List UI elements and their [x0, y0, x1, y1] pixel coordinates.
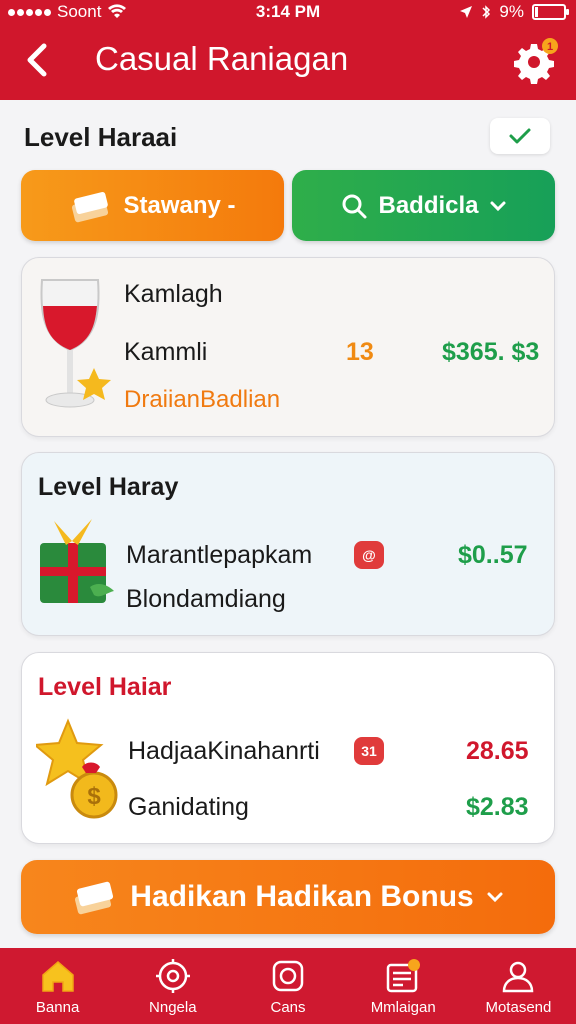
bonus-button[interactable]: Hadikan Hadikan Bonus [21, 860, 555, 934]
item-name: Marantlepapkam [126, 541, 313, 569]
tab-label: Nngela [149, 998, 197, 1016]
gear-badge-icon [155, 958, 190, 993]
tab-home[interactable]: Banna [0, 948, 115, 1024]
chevron-left-icon [27, 43, 47, 77]
tab-coins[interactable]: Cans [230, 948, 345, 1024]
section-title: Level Haraai [24, 122, 178, 152]
card-title: Level Haiar [38, 673, 172, 701]
receipt-icon [386, 958, 421, 992]
back-button[interactable] [20, 38, 56, 82]
ticket-icon [72, 191, 109, 222]
item-card[interactable]: Level Haiar $ HadjaaKinahanrti 31 28.65 … [21, 652, 555, 844]
card-title: Kamlagh [124, 280, 223, 308]
search-label: Baddicla [378, 191, 479, 219]
primary-action-label: Stawany - [123, 191, 236, 219]
wine-glass-icon [40, 279, 111, 408]
item-name: HadjaaKinahanrti [128, 737, 320, 765]
app-header: Soont 3:14 PM 9% Casual Raniagan 1 [0, 0, 576, 100]
svg-text:$: $ [87, 783, 101, 810]
chevron-down-icon [490, 201, 506, 211]
tab-profile[interactable]: Motasend [461, 948, 576, 1024]
bluetooth-icon [482, 5, 491, 19]
item-badge: 31 [354, 737, 384, 765]
coin-icon [272, 960, 304, 991]
star-coin-icon: $ [36, 718, 118, 819]
primary-action-button[interactable]: Stawany - [21, 170, 284, 241]
item-subtitle: DraiianBadlian [124, 386, 281, 413]
settings-button[interactable]: 1 [512, 36, 560, 84]
tab-label: Mmlaigan [370, 998, 436, 1016]
bonus-label: Hadikan Hadikan Bonus [130, 880, 474, 913]
item-price: $365. $3 [442, 338, 540, 366]
search-dropdown-button[interactable]: Baddicla [292, 170, 555, 241]
gear-icon: 1 [514, 38, 558, 84]
tab-label: Banna [35, 998, 80, 1016]
tab-settings[interactable]: Nngela [115, 948, 230, 1024]
item-price-top: 28.65 [466, 737, 529, 765]
bottom-tab-bar: Banna Nngela Cans Mmlaigan Motasend [0, 948, 576, 1024]
settings-badge: 1 [547, 41, 553, 53]
card-title: Level Haray [38, 473, 179, 501]
status-bar: Soont 3:14 PM 9% [0, 0, 576, 26]
battery-icon [532, 4, 569, 20]
battery-percent: 9% [499, 2, 524, 21]
gift-box-icon [40, 519, 114, 603]
chevron-down-icon [487, 892, 503, 903]
search-icon [342, 194, 367, 218]
item-card[interactable]: Level Haray Marantlepapkam @ $0..57 Blon… [21, 452, 555, 636]
item-price: $2.83 [466, 793, 529, 821]
tab-receipts[interactable]: Mmlaigan [346, 948, 461, 1024]
item-quantity: 13 [346, 338, 374, 366]
item-name: Kammli [124, 338, 208, 366]
ticket-icon [75, 881, 114, 915]
home-icon [41, 960, 74, 992]
check-toggle[interactable] [490, 118, 550, 154]
item-badge: @ [354, 541, 384, 569]
item-price: $0..57 [458, 541, 528, 569]
tab-label: Cans [270, 998, 306, 1016]
location-icon [460, 6, 473, 18]
tab-label: Motasend [485, 998, 552, 1016]
item-subtitle: Blondamdiang [126, 585, 286, 613]
item-card[interactable]: Kamlagh Kammli 13 $365. $3 DraiianBadlia… [21, 257, 555, 437]
check-icon [509, 128, 531, 144]
user-icon [503, 961, 534, 992]
status-right: 9% [459, 2, 569, 22]
page-title: Casual Raniagan [95, 40, 349, 77]
item-subtitle: Ganidating [128, 793, 249, 821]
